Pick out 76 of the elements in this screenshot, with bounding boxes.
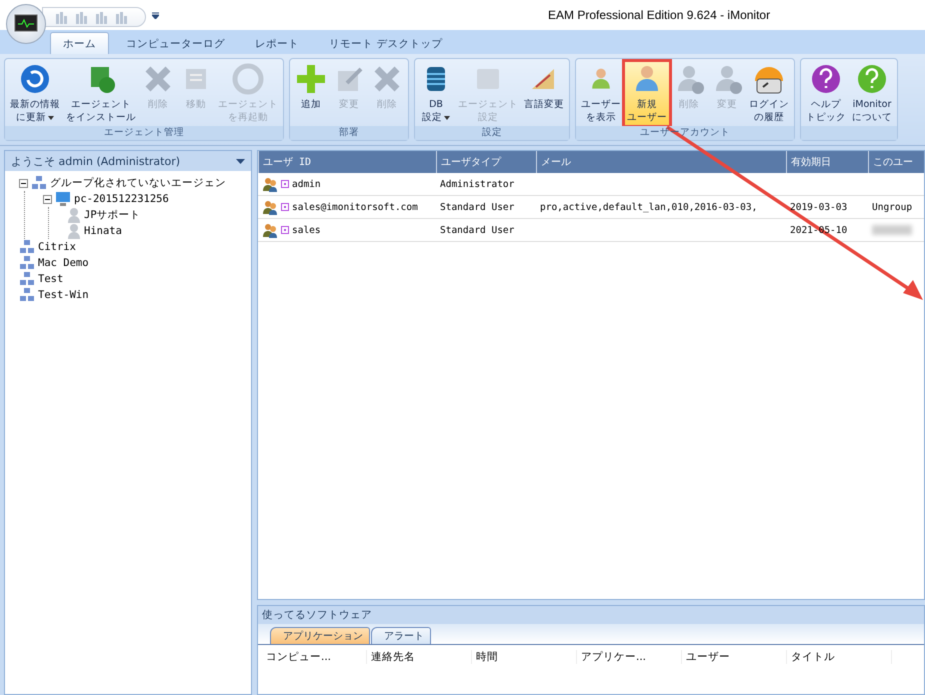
network-icon <box>31 175 47 191</box>
table-cell: Standard User <box>440 202 514 212</box>
tree-item[interactable]: Citrix <box>38 241 76 253</box>
ribbon-button[interactable]: 追加 <box>292 61 330 126</box>
checkbox-icon <box>281 203 289 211</box>
monitor-icon <box>55 191 71 207</box>
window-title: EAM Professional Edition 9.624 - iMonitor <box>548 8 770 22</box>
tree-item[interactable]: Test-Win <box>38 289 89 301</box>
users-icon <box>262 176 278 192</box>
column-header[interactable]: ユーザー <box>682 650 787 664</box>
ribbon-button[interactable]: 言語変更 <box>521 61 567 126</box>
table-cell: 2019-03-03 <box>790 202 848 212</box>
ribbon-button[interactable]: ヘルプ トピック <box>803 61 849 126</box>
collapse-icon[interactable] <box>43 194 52 204</box>
tree-item[interactable]: Hinata <box>84 225 122 237</box>
ribbon-button[interactable]: 新規 ユーザー <box>624 61 670 126</box>
panel-title: 使ってるソフトウェア <box>262 608 372 622</box>
table-cell: sales <box>292 224 321 236</box>
table-row[interactable]: sales@imonitorsoft.com Standard User pro,active,default_lan,010,2016-03-03, 2019-03-03 Ungroup <box>258 196 924 219</box>
ribbon-button[interactable]: エージェント をインストール <box>63 61 139 126</box>
user-icon <box>67 207 81 223</box>
column-header[interactable]: ユーザタイプ <box>436 151 536 173</box>
ribbon-button[interactable]: 最新の情報 に更新 <box>7 61 63 126</box>
column-header[interactable]: ユーザ ID <box>258 151 436 173</box>
tree-item[interactable]: JPサポート <box>84 208 141 222</box>
column-header[interactable]: アプリケー... <box>577 650 682 664</box>
refresh-icon <box>19 63 51 95</box>
column-header[interactable]: メール <box>536 151 786 173</box>
ribbon-button[interactable]: ユーザー を表示 <box>578 61 624 126</box>
table-cell: sales@imonitorsoft.com <box>292 202 418 212</box>
network-icon <box>19 287 35 303</box>
tree-item[interactable]: Mac Demo <box>38 257 89 269</box>
plus-icon <box>295 63 327 95</box>
ribbon-button[interactable]: ログイン の履歴 <box>746 61 792 126</box>
info-icon <box>856 63 888 95</box>
ribbon-tab[interactable]: コンピューターログ <box>113 32 238 54</box>
users-icon <box>262 222 278 238</box>
table-cell: Administrator <box>440 178 514 190</box>
table-row[interactable]: admin Administrator <box>258 173 924 196</box>
help-icon <box>810 63 842 95</box>
collapse-icon[interactable] <box>19 178 28 188</box>
tree-item[interactable]: Test <box>38 273 64 285</box>
panel-tab[interactable]: アラート <box>371 627 431 644</box>
table-cell: Standard User <box>440 224 514 236</box>
ribbon-button[interactable]: DB 設定 <box>417 61 455 126</box>
group-label: 設定 <box>482 127 502 138</box>
tree-item[interactable]: グループ化されていないエージェン <box>50 176 226 190</box>
column-header[interactable]: コンピュー... <box>262 650 367 664</box>
dropdown-icon[interactable] <box>152 12 159 18</box>
restart-icon <box>232 63 264 95</box>
group-label: 部署 <box>339 127 359 138</box>
users-icon <box>262 199 278 215</box>
column-header[interactable]: タイトル <box>787 650 892 664</box>
table-cell: Ungroup <box>872 202 912 212</box>
network-icon <box>19 239 35 255</box>
column-header[interactable]: 連絡先名 <box>367 650 472 664</box>
network-icon <box>19 255 35 271</box>
network-icon <box>19 271 35 287</box>
table-cell: pro,active,default_lan,010,2016-03-03, <box>540 202 758 212</box>
panel-tab[interactable]: アプリケーション <box>270 627 370 644</box>
column-header[interactable]: 時間 <box>472 650 577 664</box>
user-icon <box>67 223 81 239</box>
column-header[interactable]: このユー <box>868 151 924 173</box>
ribbon-button[interactable]: iMonitor について <box>849 61 895 126</box>
table-cell: admin <box>292 178 321 190</box>
panel-title: ようこそ admin (Administrator) <box>11 154 180 168</box>
monitor-icon <box>14 14 38 34</box>
group-label: エージェント管理 <box>104 127 184 138</box>
ribbon-tab[interactable]: レポート <box>242 32 312 54</box>
tree-item[interactable]: pc-201512231256 <box>74 193 169 205</box>
ribbon-tab[interactable]: ホーム <box>50 32 109 54</box>
column-header[interactable]: 有効期日 <box>786 151 868 173</box>
ribbon-tab[interactable]: リモート デスクトップ <box>316 32 456 54</box>
dropdown-icon[interactable] <box>236 158 245 164</box>
checkbox-icon <box>281 180 289 188</box>
checkbox-icon <box>281 226 289 234</box>
